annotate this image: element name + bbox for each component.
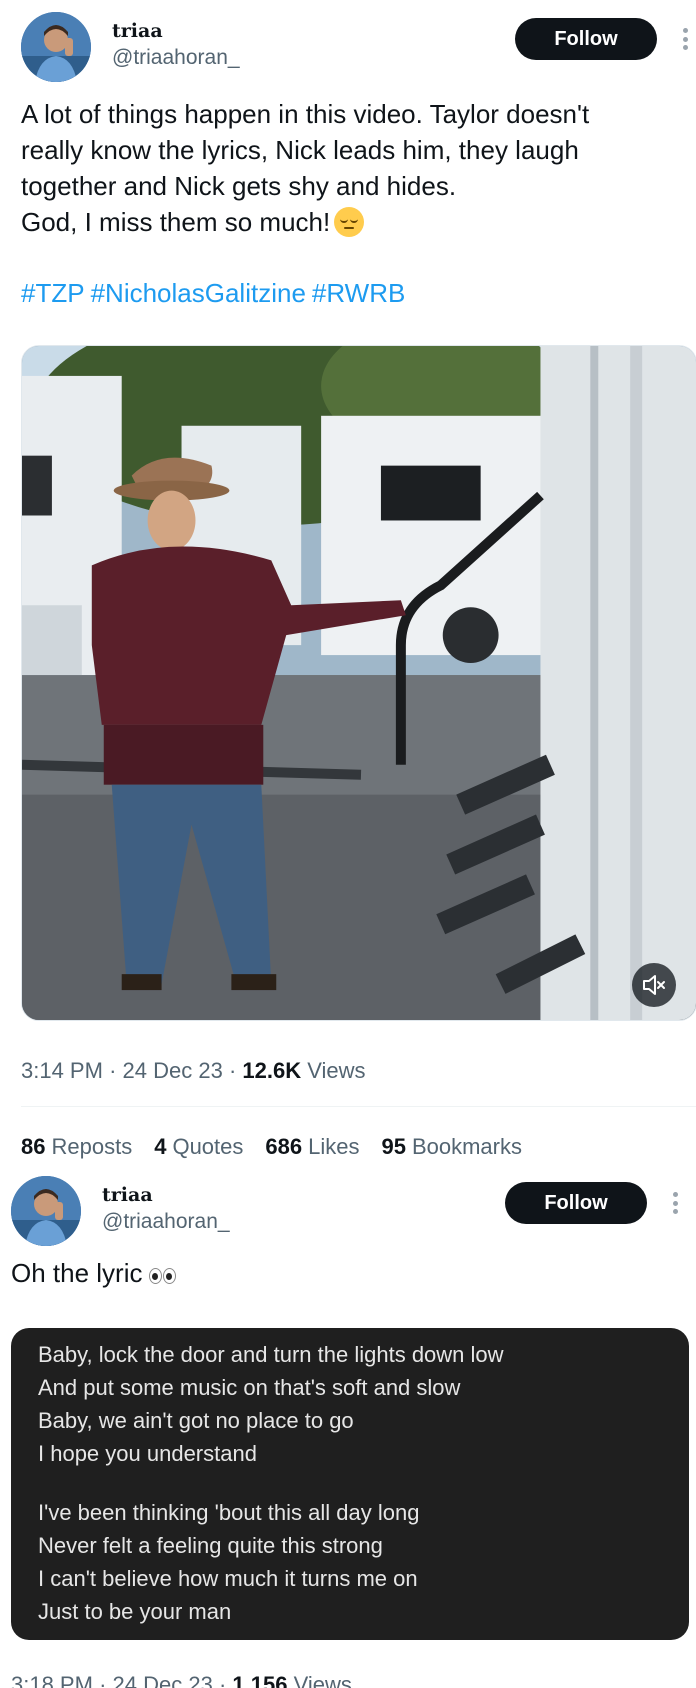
tweet-text-content: Oh the lyric bbox=[11, 1258, 143, 1288]
tweet-text-line: together and Nick gets shy and hides. bbox=[21, 171, 457, 201]
views-label: Views bbox=[293, 1672, 352, 1688]
views-label: Views bbox=[307, 1058, 366, 1083]
meta-separator: · bbox=[218, 1672, 233, 1688]
hashtags: #TZP #NicholasGalitzine #RWRB bbox=[21, 278, 411, 309]
tweet-date[interactable]: 24 Dec 23 bbox=[123, 1058, 223, 1083]
stat-label: Likes bbox=[308, 1134, 360, 1159]
avatar[interactable] bbox=[21, 12, 91, 82]
lyric-line: Baby, lock the door and turn the lights … bbox=[38, 1342, 504, 1367]
tweet-text-line: really know the lyrics, Nick leads him, … bbox=[21, 135, 579, 165]
views-count: 1,156 bbox=[232, 1672, 288, 1688]
stat-label: Quotes bbox=[172, 1134, 244, 1159]
tweet-text-line: God, I miss them so much! bbox=[21, 204, 681, 240]
tweet-time[interactable]: 3:14 PM bbox=[21, 1058, 103, 1083]
tweet-time[interactable]: 3:18 PM bbox=[11, 1672, 93, 1688]
lyric-line: Just to be your man bbox=[38, 1599, 232, 1624]
lyric-line: Never felt a feeling quite this strong bbox=[38, 1533, 383, 1558]
eyes-emoji bbox=[148, 1260, 177, 1291]
more-vertical-icon[interactable] bbox=[671, 1192, 679, 1214]
lyric-line: I can't believe how much it turns me on bbox=[38, 1566, 418, 1591]
meta-separator: · bbox=[228, 1058, 243, 1083]
tweet-text: Oh the lyric bbox=[11, 1258, 177, 1291]
hashtag-link[interactable]: #RWRB bbox=[312, 278, 405, 308]
hashtag-link[interactable]: #NicholasGalitzine bbox=[91, 278, 306, 308]
display-name[interactable]: triaa bbox=[102, 1184, 153, 1206]
tweet-meta: 3:18 PM · 24 Dec 23 · 1,156 Views bbox=[11, 1672, 352, 1688]
follow-button[interactable]: Follow bbox=[515, 18, 657, 60]
lyrics-image[interactable]: Baby, lock the door and turn the lights … bbox=[11, 1328, 689, 1640]
stat-count: 686 bbox=[265, 1134, 303, 1159]
user-handle[interactable]: @triaahoran_ bbox=[112, 46, 240, 70]
stat-reposts[interactable]: 86 Reposts bbox=[21, 1134, 132, 1160]
tweet-date[interactable]: 24 Dec 23 bbox=[113, 1672, 213, 1688]
more-vertical-icon[interactable] bbox=[681, 28, 689, 50]
stat-label: Reposts bbox=[51, 1134, 133, 1159]
stat-quotes[interactable]: 4 Quotes bbox=[154, 1134, 243, 1160]
divider bbox=[21, 1106, 696, 1107]
avatar[interactable] bbox=[11, 1176, 81, 1246]
lyric-line: Baby, we ain't got no place to go bbox=[38, 1408, 354, 1433]
meta-separator: · bbox=[99, 1672, 113, 1688]
display-name[interactable]: triaa bbox=[112, 20, 163, 42]
tweet-text-line: A lot of things happen in this video. Ta… bbox=[21, 99, 590, 129]
tweet-text-line-content: God, I miss them so much! bbox=[21, 207, 331, 237]
meta-separator: · bbox=[109, 1058, 123, 1083]
pensive-face-emoji bbox=[334, 207, 365, 237]
mute-button[interactable] bbox=[632, 963, 676, 1007]
stat-count: 95 bbox=[381, 1134, 406, 1159]
follow-button[interactable]: Follow bbox=[505, 1182, 647, 1224]
lyric-line: I've been thinking 'bout this all day lo… bbox=[38, 1500, 420, 1525]
stat-label: Bookmarks bbox=[411, 1134, 522, 1159]
stat-likes[interactable]: 686 Likes bbox=[265, 1134, 359, 1160]
stanza-gap bbox=[38, 1470, 689, 1496]
user-handle[interactable]: @triaahoran_ bbox=[102, 1210, 230, 1234]
lyric-line: I hope you understand bbox=[38, 1441, 257, 1466]
views-count: 12.6K bbox=[242, 1058, 302, 1083]
hashtag-link[interactable]: #TZP bbox=[21, 278, 85, 308]
tweet-text: A lot of things happen in this video. Ta… bbox=[21, 96, 681, 240]
stat-count: 4 bbox=[154, 1134, 167, 1159]
speaker-muted-icon bbox=[643, 975, 665, 995]
engagement-stats: 86 Reposts 4 Quotes 686 Likes 95 Bookmarks bbox=[21, 1134, 522, 1160]
stat-bookmarks[interactable]: 95 Bookmarks bbox=[381, 1134, 522, 1160]
video-player[interactable] bbox=[21, 345, 696, 1021]
video-frame bbox=[22, 346, 696, 1020]
lyric-line: And put some music on that's soft and sl… bbox=[38, 1375, 461, 1400]
stat-count: 86 bbox=[21, 1134, 46, 1159]
tweet-meta: 3:14 PM · 24 Dec 23 · 12.6K Views bbox=[21, 1058, 366, 1084]
